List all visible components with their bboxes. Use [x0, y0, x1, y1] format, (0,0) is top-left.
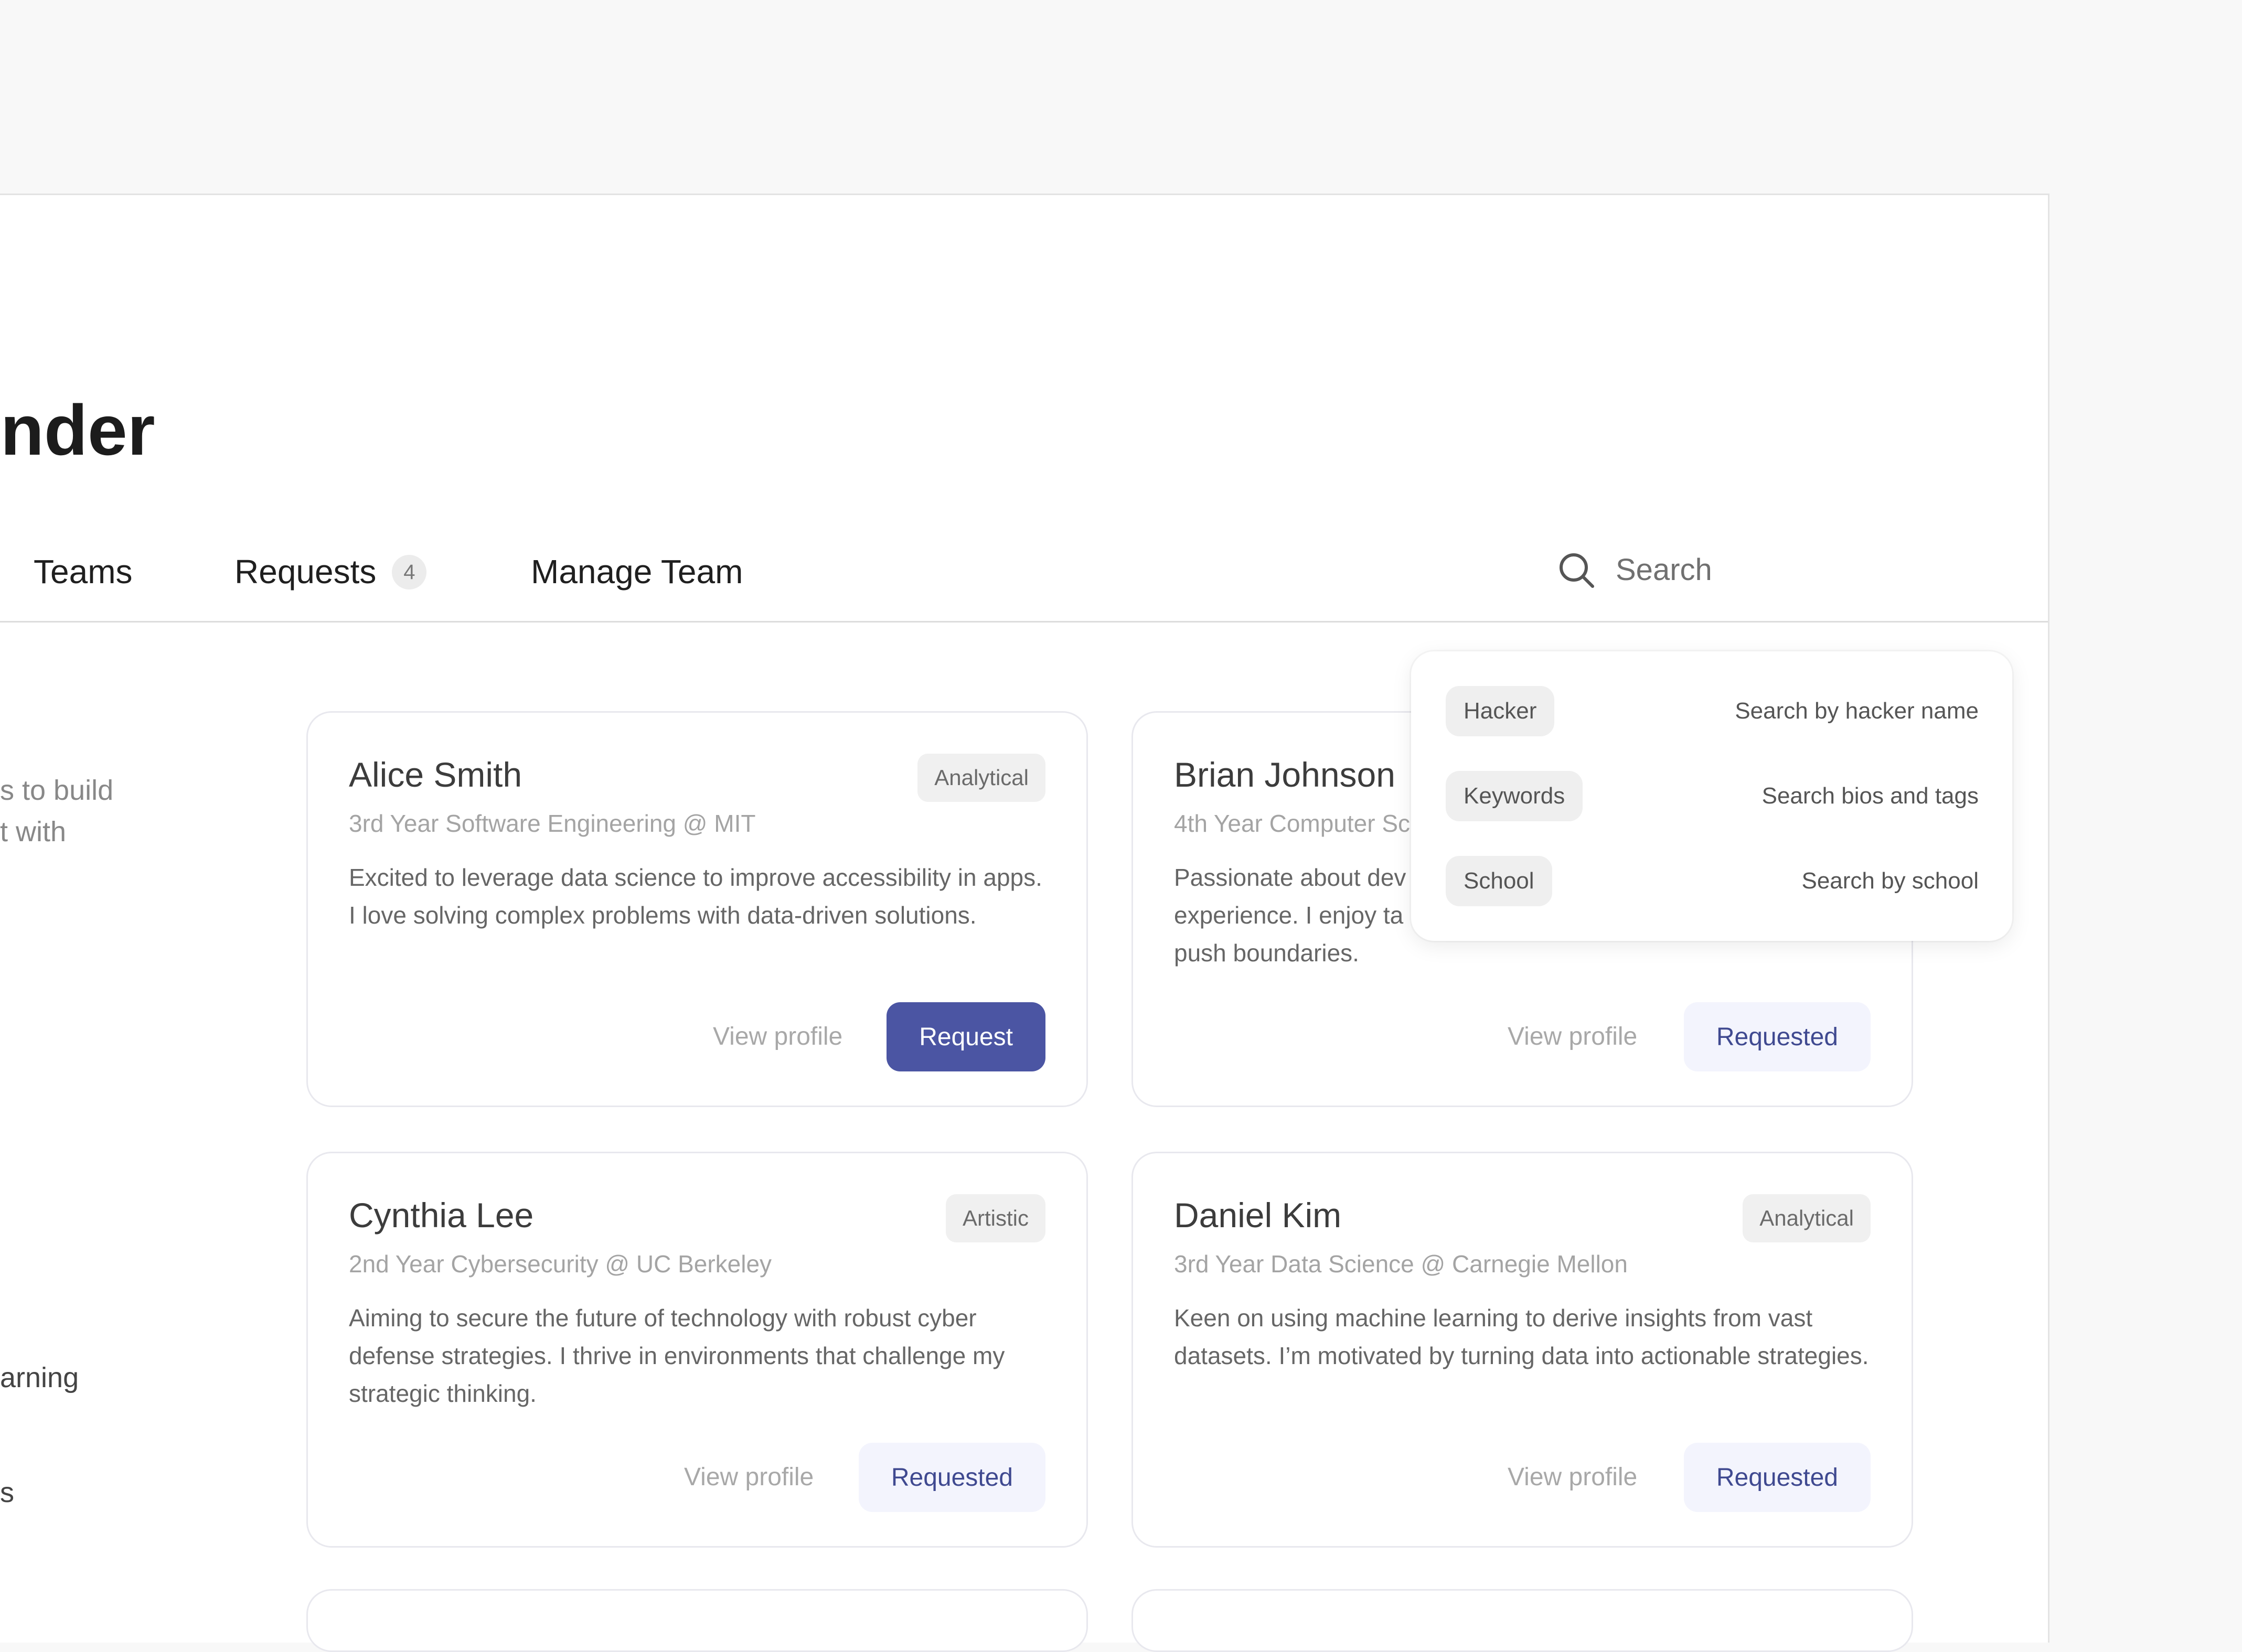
tab-teams[interactable]: Teams: [34, 545, 133, 598]
view-profile-button[interactable]: View profile: [684, 1443, 814, 1512]
search-filter-dropdown: Hacker Search by hacker name Keywords Se…: [1411, 651, 2012, 941]
search-option-chip: Hacker: [1446, 686, 1555, 736]
tab-manage-team-label: Manage Team: [531, 553, 743, 591]
view-profile-button[interactable]: View profile: [1508, 1002, 1637, 1071]
sidebar-text-line: s to build: [0, 775, 114, 806]
tab-requests-label: Requests: [234, 553, 377, 591]
sidebar-filter-label[interactable]: arning: [0, 1357, 79, 1399]
hacker-name: Alice Smith: [349, 755, 522, 794]
hacker-bio: Passionate about dev experience. I enjoy…: [1174, 864, 1406, 967]
search-option-school[interactable]: School Search by school: [1446, 856, 1979, 906]
request-button[interactable]: Request: [887, 1002, 1045, 1071]
hacker-bio: Aiming to secure the future of technolog…: [349, 1304, 1005, 1407]
hacker-name: Brian Johnson: [1174, 755, 1395, 794]
search-icon[interactable]: [1556, 550, 1598, 592]
personality-tag: Artistic: [946, 1194, 1045, 1242]
search-option-description: Search by hacker name: [1735, 698, 1979, 724]
view-profile-button[interactable]: View profile: [1508, 1443, 1637, 1512]
sidebar-filter-label[interactable]: s: [0, 1472, 14, 1514]
hacker-card: [1131, 1589, 1913, 1652]
tab-manage-team[interactable]: Manage Team: [531, 545, 743, 598]
requests-count-badge: 4: [392, 555, 427, 590]
personality-tag: Analytical: [917, 754, 1045, 802]
hacker-name: Cynthia Lee: [349, 1196, 534, 1235]
search-option-chip: School: [1446, 856, 1552, 906]
personality-tag: Analytical: [1743, 1194, 1871, 1242]
hacker-card: [306, 1589, 1088, 1652]
hacker-card: Alice Smith Analytical 3rd Year Software…: [306, 711, 1088, 1107]
hacker-bio: Keen on using machine learning to derive…: [1174, 1304, 1869, 1369]
search-option-keywords[interactable]: Keywords Search bios and tags: [1446, 771, 1979, 821]
search-option-chip: Keywords: [1446, 771, 1583, 821]
sidebar-text-line: t with: [0, 816, 67, 848]
search-option-description: Search by school: [1801, 868, 1979, 894]
hacker-card: Cynthia Lee Artistic 2nd Year Cybersecur…: [306, 1152, 1088, 1548]
tab-teams-label: Teams: [34, 553, 133, 591]
hacker-card: Daniel Kim Analytical 3rd Year Data Scie…: [1131, 1152, 1913, 1548]
hacker-school: 4th Year Computer Sc: [1174, 810, 1411, 837]
hacker-school: 2nd Year Cybersecurity @ UC Berkeley: [349, 1250, 772, 1278]
requested-button[interactable]: Requested: [1683, 1443, 1871, 1512]
requested-button[interactable]: Requested: [1683, 1002, 1871, 1071]
view-profile-button[interactable]: View profile: [713, 1002, 842, 1071]
requested-button[interactable]: Requested: [858, 1443, 1045, 1512]
tab-requests[interactable]: Requests 4: [234, 545, 427, 598]
hacker-name: Daniel Kim: [1174, 1196, 1342, 1235]
hacker-school: 3rd Year Software Engineering @ MIT: [349, 810, 756, 837]
page-title: Finder: [0, 390, 155, 470]
hacker-bio: Excited to leverage data science to impr…: [349, 864, 1042, 929]
search-option-hacker[interactable]: Hacker Search by hacker name: [1446, 686, 1979, 736]
search-option-description: Search bios and tags: [1761, 783, 1979, 809]
hacker-school: 3rd Year Data Science @ Carnegie Mellon: [1174, 1250, 1628, 1278]
nav-divider: [0, 621, 2048, 623]
search-input[interactable]: [1616, 545, 2014, 594]
